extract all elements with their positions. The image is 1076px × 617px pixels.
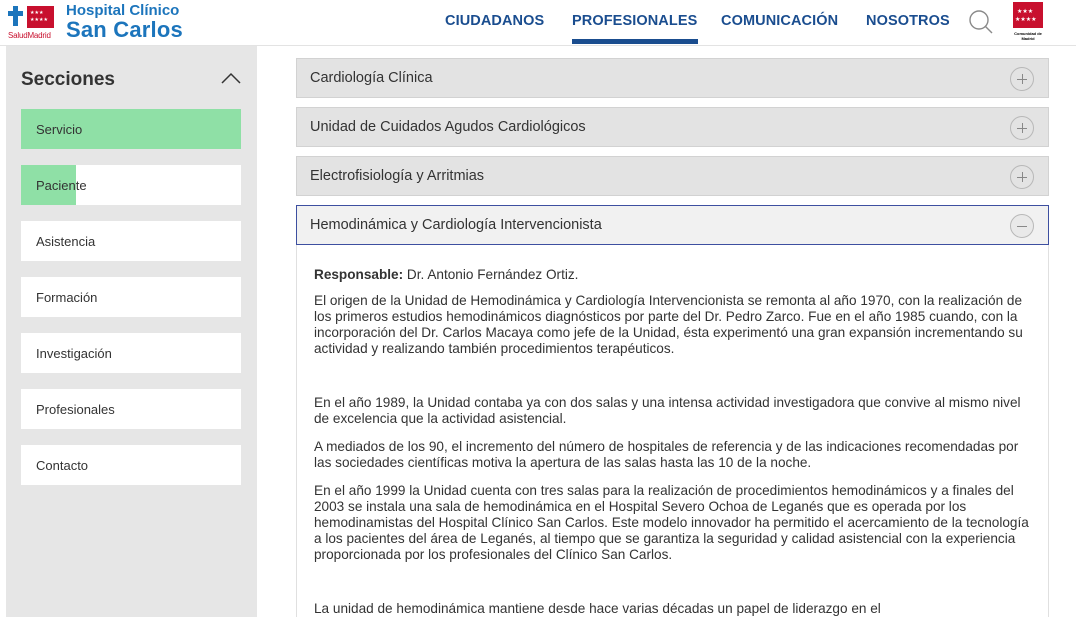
saludmadrid-logo-icon: ★★★ ★★★★ xyxy=(8,6,54,28)
hospital-logo[interactable]: ★★★ ★★★★ SaludMadrid Hospital Clínico Sa… xyxy=(8,2,198,44)
sidebar-item-label: Profesionales xyxy=(36,402,115,417)
accordion-cuidados-agudos[interactable]: Unidad de Cuidados Agudos Cardiológicos xyxy=(296,107,1049,147)
nav-active-indicator xyxy=(572,39,698,44)
sidebar-item-investigacion[interactable]: Investigación xyxy=(21,333,241,373)
content-paragraph: El origen de la Unidad de Hemodinámica y… xyxy=(314,293,1023,356)
content-paragraph: En el año 1989, la Unidad contaba ya con… xyxy=(314,395,1021,426)
responsable-line: Responsable: Dr. Antonio Fernández Ortiz… xyxy=(314,267,1034,283)
accordion-title: Electrofisiología y Arritmias xyxy=(310,168,485,184)
sidebar-item-label: Servicio xyxy=(36,122,83,137)
sidebar-item-contacto[interactable]: Contacto xyxy=(21,445,241,485)
chevron-up-icon[interactable] xyxy=(220,70,242,86)
accordion-electrofisiologia[interactable]: Electrofisiología y Arritmias xyxy=(296,156,1049,196)
accordion-panel-hemodinamica: Responsable: Dr. Antonio Fernández Ortiz… xyxy=(296,245,1049,617)
content-paragraph: La unidad de hemodinámica mantiene desde… xyxy=(314,601,881,616)
sidebar-item-formacion[interactable]: Formación xyxy=(21,277,241,317)
logo-subtitle: SaludMadrid xyxy=(8,31,51,40)
plus-circle-icon[interactable] xyxy=(1010,67,1034,91)
search-icon[interactable] xyxy=(968,9,994,35)
sidebar-item-label: Contacto xyxy=(36,458,89,473)
svg-text:★★★: ★★★ xyxy=(1017,8,1033,15)
sidebar-item-label: Investigación xyxy=(36,346,112,361)
nav-profesionales[interactable]: PROFESIONALES xyxy=(572,13,697,29)
accordion-hemodinamica[interactable]: Hemodinámica y Cardiología Intervencioni… xyxy=(296,205,1049,245)
content-paragraph: En el año 1999 la Unidad cuenta con tres… xyxy=(314,483,1029,562)
minus-circle-icon[interactable] xyxy=(1010,214,1034,238)
plus-circle-icon[interactable] xyxy=(1010,165,1034,189)
site-header: ★★★ ★★★★ SaludMadrid Hospital Clínico Sa… xyxy=(0,0,1076,46)
nav-nosotros[interactable]: NOSOTROS xyxy=(866,13,950,29)
comunidad-madrid-logo[interactable]: ★★★ ★★★★ Comunidad de Madrid xyxy=(1013,2,1043,44)
nav-comunicacion[interactable]: COMUNICACIÓN xyxy=(721,13,838,29)
region-logo-text: Comunidad de Madrid xyxy=(1014,31,1042,41)
nav-ciudadanos[interactable]: CIUDADANOS xyxy=(445,13,544,29)
sidebar-item-label: Paciente xyxy=(36,178,87,193)
accordion-title: Cardiología Clínica xyxy=(310,70,433,86)
sections-sidebar: Secciones Servicio Paciente Asistencia F… xyxy=(6,46,257,617)
plus-circle-icon[interactable] xyxy=(1010,116,1034,140)
svg-text:★★★★: ★★★★ xyxy=(1015,16,1037,23)
sidebar-item-label: Asistencia xyxy=(36,234,96,249)
accordion-title: Hemodinámica y Cardiología Intervencioni… xyxy=(310,217,602,233)
svg-text:★★★: ★★★ xyxy=(30,10,44,16)
sidebar-item-profesionales[interactable]: Profesionales xyxy=(21,389,241,429)
sidebar-item-label: Formación xyxy=(36,290,98,305)
sidebar-item-paciente[interactable]: Paciente xyxy=(21,165,241,205)
region-flag-icon: ★★★ ★★★★ xyxy=(1013,2,1043,28)
responsable-name: Dr. Antonio Fernández Ortiz. xyxy=(406,267,579,282)
sidebar-title: Secciones xyxy=(21,69,115,90)
logo-line-2: San Carlos xyxy=(66,17,183,42)
content-paragraph: A mediados de los 90, el incremento del … xyxy=(314,439,1019,470)
sidebar-item-servicio[interactable]: Servicio xyxy=(21,109,241,149)
svg-text:★★★★: ★★★★ xyxy=(30,17,48,23)
accordion-cardiologia-clinica[interactable]: Cardiología Clínica xyxy=(296,58,1049,98)
responsable-label: Responsable: xyxy=(314,267,404,282)
sidebar-item-asistencia[interactable]: Asistencia xyxy=(21,221,241,261)
accordion-title: Unidad de Cuidados Agudos Cardiológicos xyxy=(310,119,586,135)
